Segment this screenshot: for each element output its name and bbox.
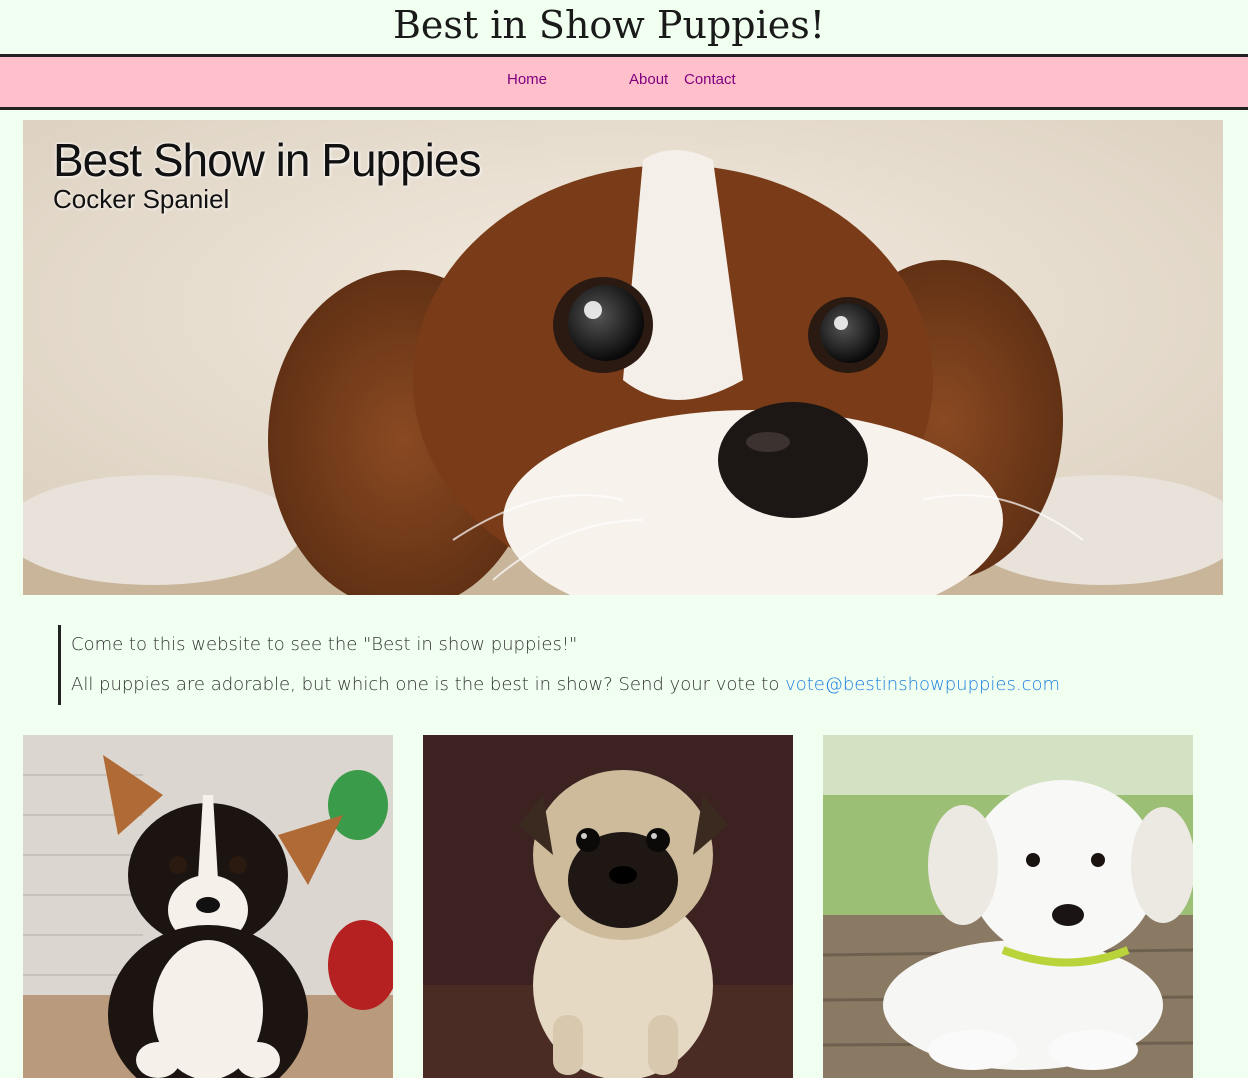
gallery-card-pug: [423, 735, 793, 1078]
navbar: Home About Contact: [0, 54, 1248, 110]
site-title: Best in Show Puppies!: [392, 3, 826, 47]
labrador-puppy-image: [823, 735, 1193, 1078]
gallery-card-labrador: [823, 735, 1193, 1078]
nav-link-contact[interactable]: Contact: [684, 71, 736, 88]
nav-link-about[interactable]: About: [629, 71, 668, 88]
gallery-card-corgi: [23, 735, 393, 1078]
pug-puppy-image: [423, 735, 793, 1078]
hero-title: Best Show in Puppies: [53, 134, 481, 186]
nav-link-home[interactable]: Home: [507, 71, 547, 88]
hero-subtitle: Cocker Spaniel: [53, 184, 230, 214]
corgi-puppy-image: [23, 735, 393, 1078]
intro-line-2: All puppies are adorable, but which one …: [71, 674, 1060, 695]
intro-vote-text: All puppies are adorable, but which one …: [71, 674, 786, 695]
vote-email-link[interactable]: vote@bestinshowpuppies.com: [785, 674, 1060, 695]
intro-blockquote: Come to this website to see the "Best in…: [58, 625, 1178, 705]
intro-line-1: Come to this website to see the "Best in…: [71, 634, 578, 655]
hero-banner: Best Show in Puppies Cocker Spaniel: [23, 120, 1223, 595]
